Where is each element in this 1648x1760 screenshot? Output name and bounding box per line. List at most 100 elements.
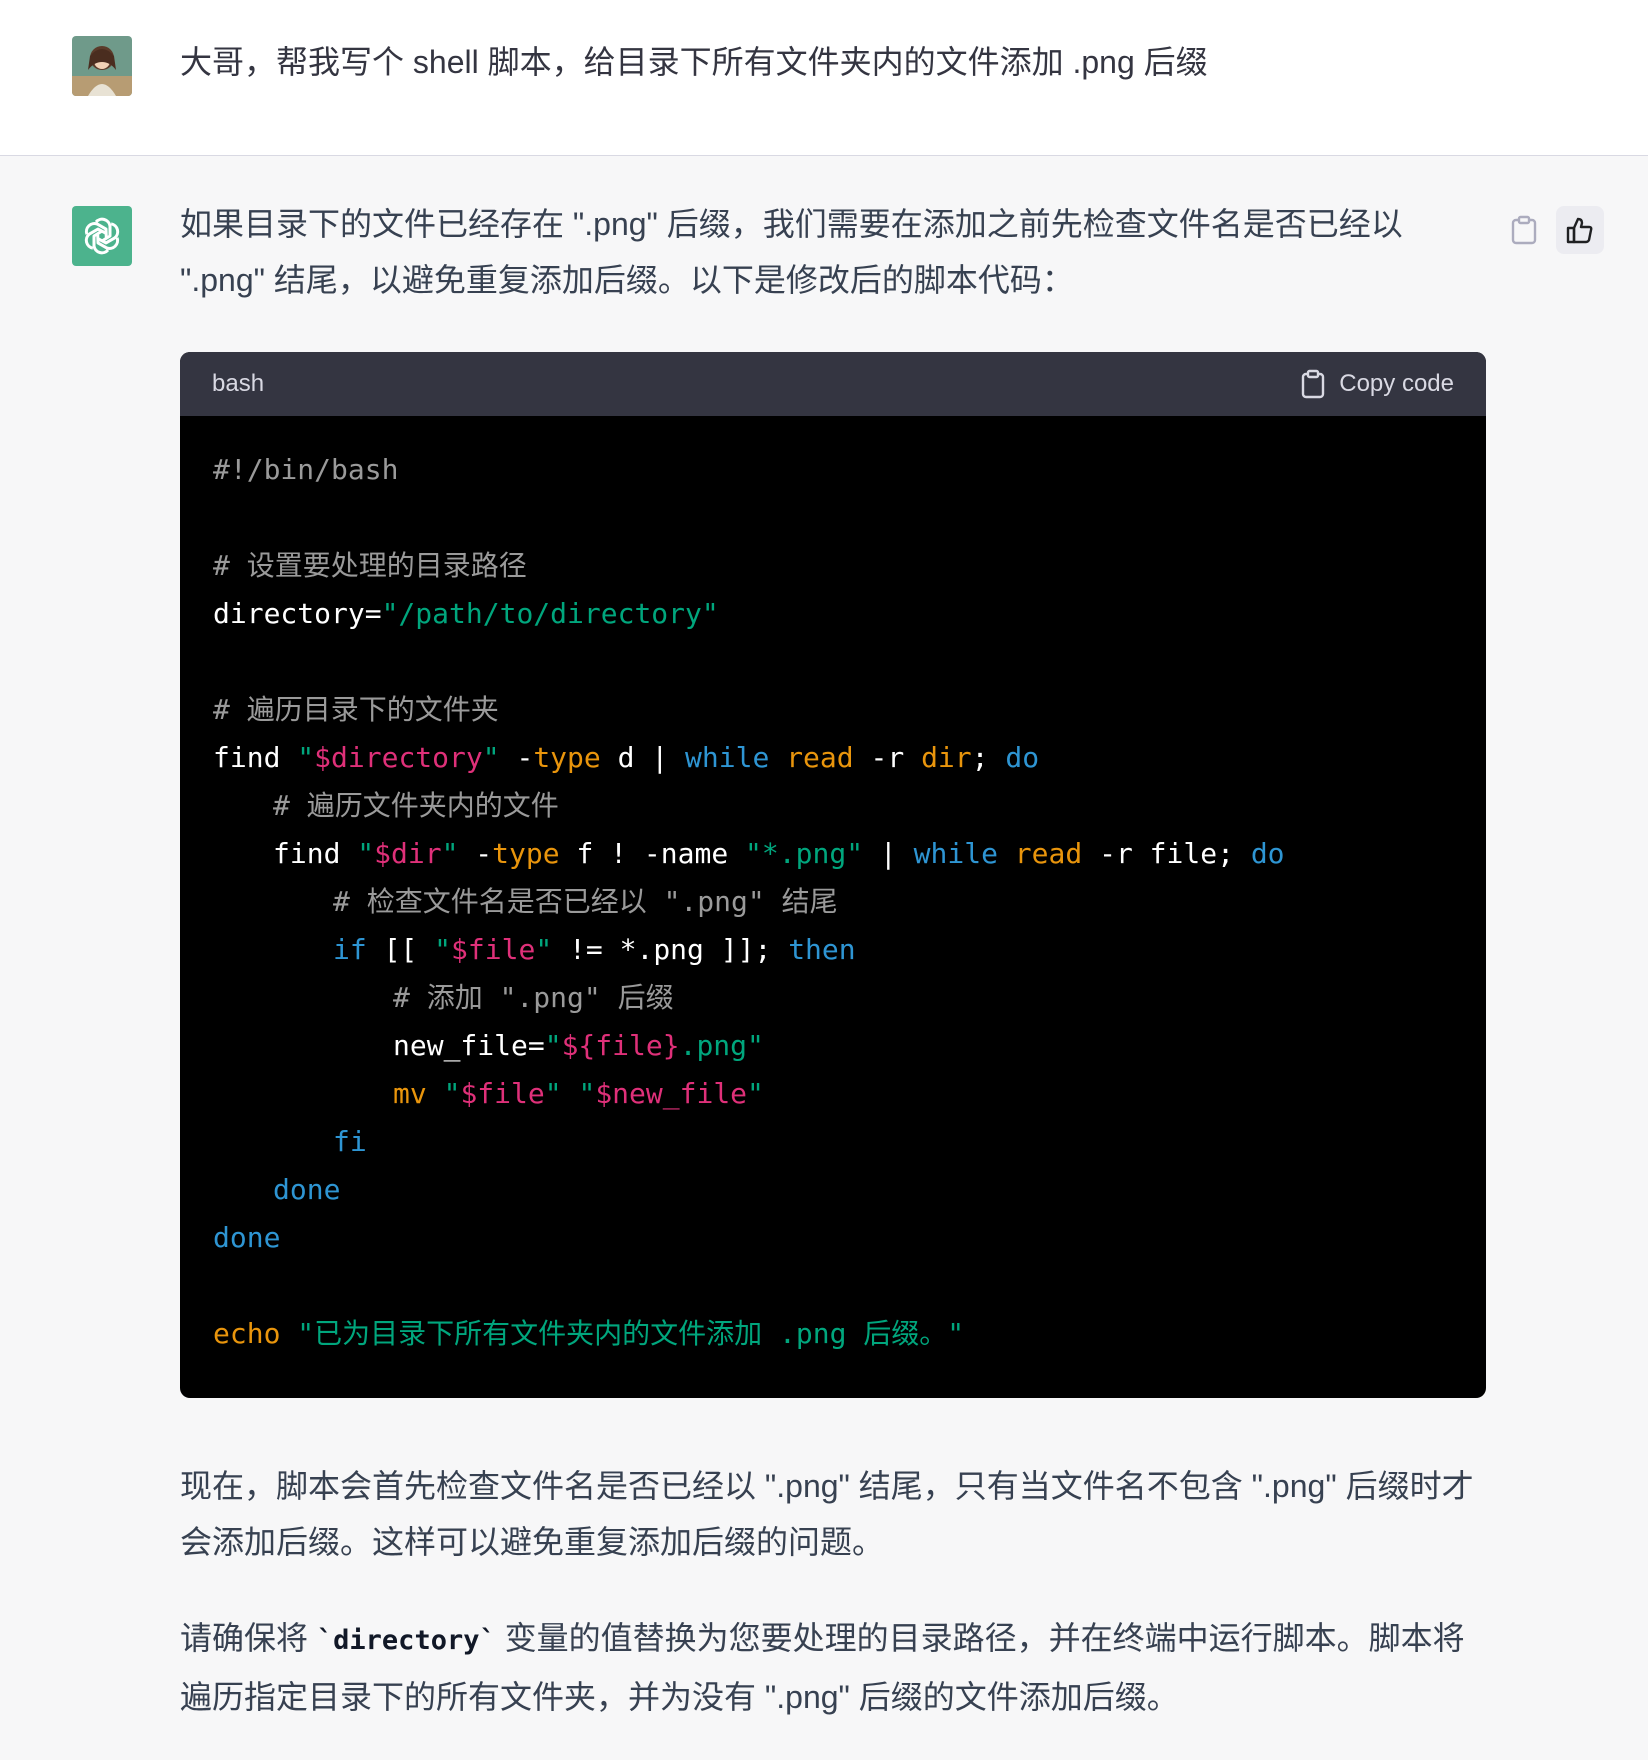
code-token: read <box>786 741 854 774</box>
code-token: #!/bin/bash <box>213 453 399 486</box>
code-token: # 检查文件名是否已经以 ".png" 结尾 <box>333 885 838 918</box>
code-line: if [[ "$file" != *.png ]]; then <box>213 926 1453 974</box>
code-token: # 遍历目录下的文件夹 <box>213 693 499 726</box>
code-line: # 设置要处理的目录路径 <box>213 542 1453 590</box>
code-token: $new_file <box>595 1077 748 1110</box>
code-language-label: bash <box>212 370 265 397</box>
code-block: bash Copy code #!/bin/bash # 设置要处理的目录路径 di… <box>180 352 1486 1398</box>
clipboard-icon <box>1511 215 1537 245</box>
code-token: -r <box>853 741 922 774</box>
message-actions <box>1500 206 1604 254</box>
user-avatar <box>72 36 132 96</box>
code-line: echo "已为目录下所有文件夹内的文件添加 .png 后缀。" <box>213 1310 1453 1358</box>
code-token: dir <box>921 741 972 774</box>
code-token: " <box>482 741 500 774</box>
code-line: #!/bin/bash <box>213 446 1453 494</box>
code-token: " <box>747 1077 764 1110</box>
code-line: # 检查文件名是否已经以 ".png" 结尾 <box>213 878 1453 926</box>
code-token: "*.png" <box>745 837 864 870</box>
code-line: # 遍历文件夹内的文件 <box>213 782 1453 830</box>
code-token: find <box>273 837 358 870</box>
code-token: -r file; <box>1082 837 1251 870</box>
code-block-header: bash Copy code <box>180 352 1486 416</box>
code-token: # 遍历文件夹内的文件 <box>273 789 559 822</box>
code-token: " <box>297 741 315 774</box>
code-line: find "$directory" -type d | while read -… <box>213 734 1453 782</box>
code-token: ; <box>971 741 1006 774</box>
clipboard-icon <box>1302 369 1325 399</box>
copy-code-label: Copy code <box>1339 370 1454 397</box>
code-token: then <box>788 933 856 966</box>
explanation-section: 现在，脚本会首先检查文件名是否已经以 ".png" 结尾，只有当文件名不包含 "… <box>180 1458 1490 1725</box>
code-token: do <box>1250 837 1285 870</box>
intro-paragraph: 如果目录下的文件已经存在 ".png" 后缀，我们需要在添加之前先检查文件名是否… <box>180 206 1403 298</box>
outro-2-prefix: 请确保将 <box>180 1620 317 1656</box>
code-line: fi <box>213 1118 1453 1166</box>
assistant-avatar <box>72 206 132 266</box>
code-token: " <box>443 1077 461 1110</box>
code-line: done <box>213 1214 1453 1262</box>
copy-code-button[interactable]: Copy code <box>1301 369 1454 399</box>
inline-code-directory: `directory` <box>316 1625 496 1656</box>
copy-message-button[interactable] <box>1500 206 1548 254</box>
thumbs-up-button[interactable] <box>1556 206 1604 254</box>
code-line: # 添加 ".png" 后缀 <box>213 974 1453 1022</box>
user-message: 大哥，帮我写个 shell 脚本，给目录下所有文件夹内的文件添加 .png 后缀 <box>0 0 1648 156</box>
code-token: " <box>357 837 375 870</box>
code-token: f ! -name <box>559 837 746 870</box>
code-token: $dir <box>374 837 442 870</box>
code-token: ${file} <box>561 1029 680 1062</box>
outro-paragraph-1: 现在，脚本会首先检查文件名是否已经以 ".png" 结尾，只有当文件名不包含 "… <box>180 1468 1474 1560</box>
code-token: new_file= <box>393 1029 545 1062</box>
user-avatar-image <box>72 36 132 96</box>
code-token: " <box>544 1077 562 1110</box>
code-token: type <box>533 741 601 774</box>
code-token: done <box>273 1173 341 1206</box>
code-line: find "$dir" -type f ! -name "*.png" | wh… <box>213 830 1453 878</box>
code-token: | <box>863 837 914 870</box>
code-token: read <box>1014 837 1083 870</box>
code-token: $file <box>460 1077 545 1110</box>
code-token: mv <box>393 1077 427 1110</box>
code-token: $directory <box>314 741 483 774</box>
code-token: done <box>213 1221 281 1254</box>
code-token: != *.png ]]; <box>552 933 789 966</box>
code-token: do <box>1005 741 1040 774</box>
code-token: if <box>333 933 367 966</box>
code-token: fi <box>333 1125 367 1158</box>
code-token: " <box>535 933 553 966</box>
assistant-content: 如果目录下的文件已经存在 ".png" 后缀，我们需要在添加之前先检查文件名是否… <box>180 196 1490 1725</box>
user-message-text: 大哥，帮我写个 shell 脚本，给目录下所有文件夹内的文件添加 .png 后缀 <box>180 44 1208 80</box>
code-token: - <box>499 741 534 774</box>
code-token: " <box>441 837 459 870</box>
code-token: # 添加 ".png" 后缀 <box>393 981 674 1014</box>
code-line: directory="/path/to/directory" <box>213 590 1453 638</box>
code-token: "/path/to/directory" <box>381 597 719 630</box>
openai-logo-icon <box>84 217 120 255</box>
code-token: echo <box>213 1317 281 1350</box>
code-token: "已为目录下所有文件夹内的文件添加 .png 后缀。" <box>297 1317 965 1350</box>
code-content[interactable]: #!/bin/bash # 设置要处理的目录路径 directory="/path/… <box>180 416 1486 1398</box>
code-token: " <box>544 1029 562 1062</box>
code-token: while <box>913 837 998 870</box>
code-token: d | <box>600 741 686 774</box>
code-token: while <box>685 741 770 774</box>
code-line: new_file="${file}.png" <box>213 1022 1453 1070</box>
code-line: mv "$file" "$new_file" <box>213 1070 1453 1118</box>
code-token: find <box>213 741 298 774</box>
code-token: " <box>578 1077 596 1110</box>
thumbs-up-icon <box>1566 217 1593 244</box>
code-token: directory= <box>213 597 382 630</box>
code-token: .png" <box>679 1029 764 1062</box>
code-token: " <box>434 933 452 966</box>
outro-paragraph-2: 请确保将 `directory` 变量的值替换为您要处理的目录路径，并在终端中运… <box>180 1610 1490 1725</box>
code-token: type <box>492 837 560 870</box>
